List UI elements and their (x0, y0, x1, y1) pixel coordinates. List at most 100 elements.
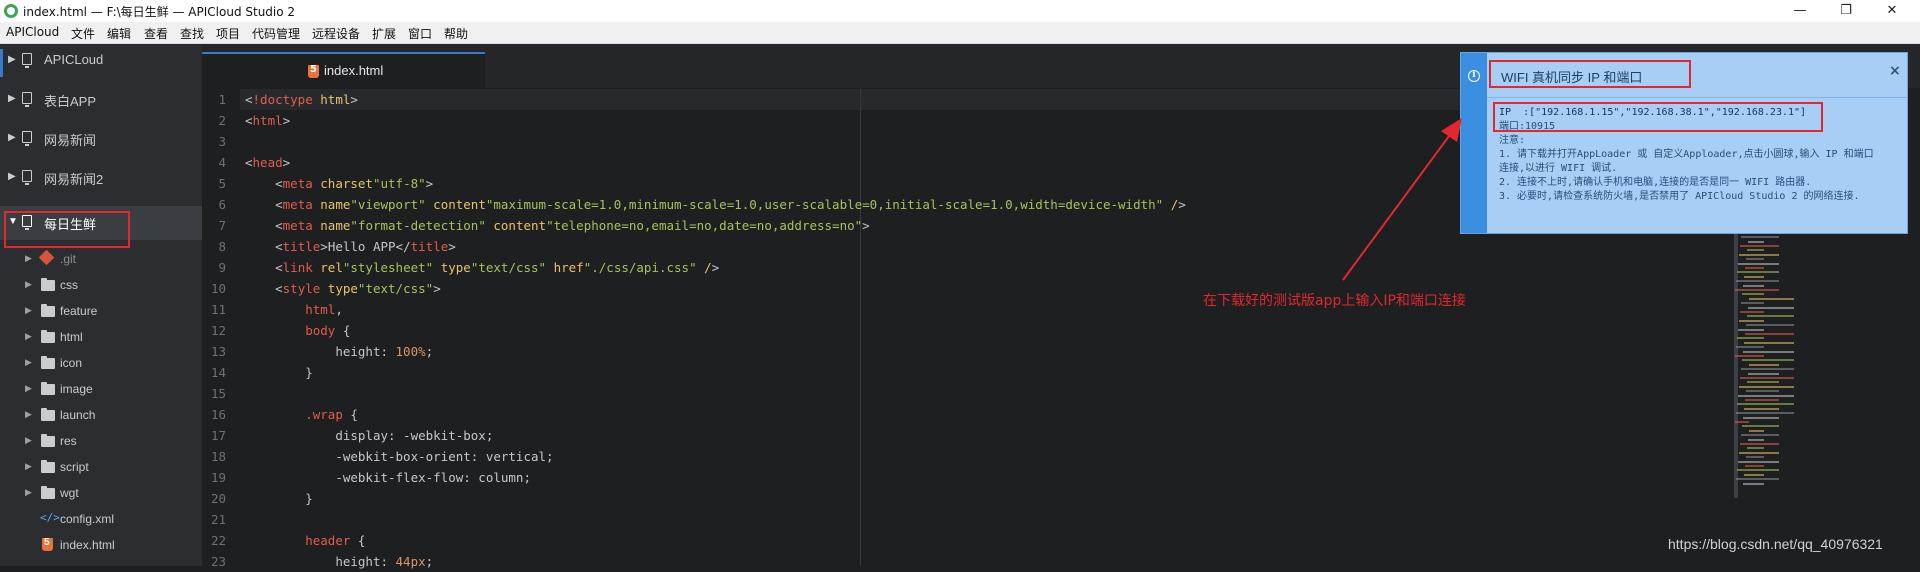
menu-code-management[interactable]: 代码管理 (252, 25, 300, 42)
folder-icon (41, 356, 55, 369)
line-number: 2 (218, 113, 226, 128)
code-text: display: -webkit-box; (335, 428, 494, 443)
folder-icon (41, 304, 55, 317)
minimap-line (1746, 390, 1779, 393)
minimize-button[interactable]: — (1777, 0, 1823, 22)
minimap-line (1749, 429, 1764, 432)
menu-project[interactable]: 项目 (216, 25, 240, 42)
restore-button[interactable]: ❐ (1823, 0, 1869, 22)
menu-window[interactable]: 窗口 (408, 25, 432, 42)
code-text: <meta name"format-detection" content"tel… (275, 218, 870, 233)
minimap-line (1745, 267, 1764, 269)
project-item-netease-news-2[interactable]: ▶ 网易新闻2 (0, 161, 202, 195)
code-minimap[interactable] (1735, 223, 1835, 498)
menu-edit[interactable]: 编辑 (107, 25, 131, 42)
minimap-line (1745, 399, 1779, 401)
minimap-line (1747, 447, 1764, 450)
line-number: 20 (210, 491, 226, 506)
minimap-line (1736, 280, 1779, 283)
folder-icon (41, 330, 55, 343)
menu-remote-device[interactable]: 远程设备 (312, 25, 360, 42)
project-item-apicloud[interactable]: ▶ APICLoud (0, 44, 202, 78)
tree-item-index-html[interactable]: index.html (0, 532, 202, 558)
minimap-line (1744, 407, 1779, 410)
close-icon[interactable]: × (1889, 63, 1901, 79)
code-text: height: 44px; (335, 554, 434, 569)
app-logo-icon (4, 4, 18, 18)
chevron-right-icon: ▶ (25, 435, 32, 445)
menu-file[interactable]: 文件 (71, 25, 95, 42)
code-text: -webkit-flex-flow: column; (335, 470, 531, 485)
tree-item-feature[interactable]: ▶ feature (0, 298, 202, 324)
tree-item-wgt[interactable]: ▶ wgt (0, 480, 202, 506)
tree-label: launch (60, 408, 96, 422)
project-item-netease-news[interactable]: ▶ 网易新闻 (0, 122, 202, 156)
folder-icon (41, 382, 55, 395)
project-label: 表白APP (44, 94, 97, 109)
chevron-right-icon: ▶ (25, 279, 32, 289)
html5-file-icon (42, 537, 53, 551)
minimap-line (1748, 372, 1779, 375)
project-item-biaobai-app[interactable]: ▶ 表白APP (0, 83, 202, 117)
code-text: } (245, 365, 313, 380)
tree-item-image[interactable]: ▶ image (0, 376, 202, 402)
menu-find[interactable]: 查找 (180, 25, 204, 42)
minimap-line (1744, 473, 1764, 476)
menu-extensions[interactable]: 扩展 (372, 25, 396, 42)
chevron-right-icon: ▶ (25, 357, 32, 367)
tree-label: res (60, 434, 77, 448)
minimap-line (1737, 469, 1779, 472)
minimap-line (1749, 297, 1794, 300)
tree-label: .git (60, 252, 77, 266)
minimap-line (1746, 258, 1764, 261)
minimap-line (1736, 412, 1794, 415)
note-line: 1. 请下载并打开AppLoader 或 自定义Apploader,点击小圆球,… (1499, 149, 1874, 160)
tree-label: css (60, 278, 78, 292)
line-number: 8 (218, 239, 226, 254)
minimap-line (1737, 271, 1779, 274)
tree-label: html (60, 330, 83, 344)
code-text: <head> (245, 155, 291, 170)
code-text: header { (305, 533, 366, 548)
minimap-line (1748, 306, 1794, 309)
chevron-right-icon: ▶ (25, 331, 32, 341)
folder-icon (41, 278, 55, 291)
tree-item-git[interactable]: ▶ .git (0, 246, 202, 272)
chevron-right-icon: ▶ (8, 93, 16, 104)
menu-view[interactable]: 查看 (144, 25, 168, 42)
minimap-line (1740, 311, 1764, 313)
code-text: } (245, 491, 313, 506)
tree-item-res[interactable]: ▶ res (0, 428, 202, 454)
tree-label: config.xml (60, 512, 115, 526)
line-number: 13 (210, 344, 226, 359)
folder-icon (41, 460, 55, 473)
tree-item-css[interactable]: ▶ css (0, 272, 202, 298)
project-label: 网易新闻 (44, 133, 97, 148)
monitor-icon (22, 170, 32, 185)
line-number: 12 (210, 323, 226, 338)
tree-item-config-xml[interactable]: </> config.xml (0, 506, 202, 532)
minimap-line (1738, 460, 1779, 463)
line-number: 21 (210, 512, 226, 527)
minimap-line (1739, 319, 1764, 322)
tab-index-html[interactable]: index.html (202, 52, 485, 88)
minimap-line (1749, 363, 1779, 366)
tree-item-icon[interactable]: ▶ icon (0, 350, 202, 376)
tree-item-html[interactable]: ▶ html (0, 324, 202, 350)
project-label: 网易新闻2 (44, 172, 104, 187)
code-text: .wrap { (305, 407, 358, 422)
minimap-line (1742, 425, 1779, 428)
minimap-line (1739, 385, 1794, 388)
red-highlight-box (1489, 60, 1691, 88)
tree-label: icon (60, 356, 83, 370)
minimap-line (1743, 416, 1779, 419)
minimap-line (1739, 451, 1779, 454)
menu-apicloud[interactable]: APICloud (6, 25, 59, 39)
tree-item-launch[interactable]: ▶ launch (0, 402, 202, 428)
tree-item-script[interactable]: ▶ script (0, 454, 202, 480)
menu-help[interactable]: 帮助 (444, 25, 468, 42)
annotation-text: 在下载好的测试版app上输入IP和端口连接 (1203, 293, 1466, 309)
close-window-button[interactable]: ✕ (1869, 0, 1915, 22)
minimap-line (1743, 284, 1764, 287)
line-number: 3 (218, 134, 226, 149)
